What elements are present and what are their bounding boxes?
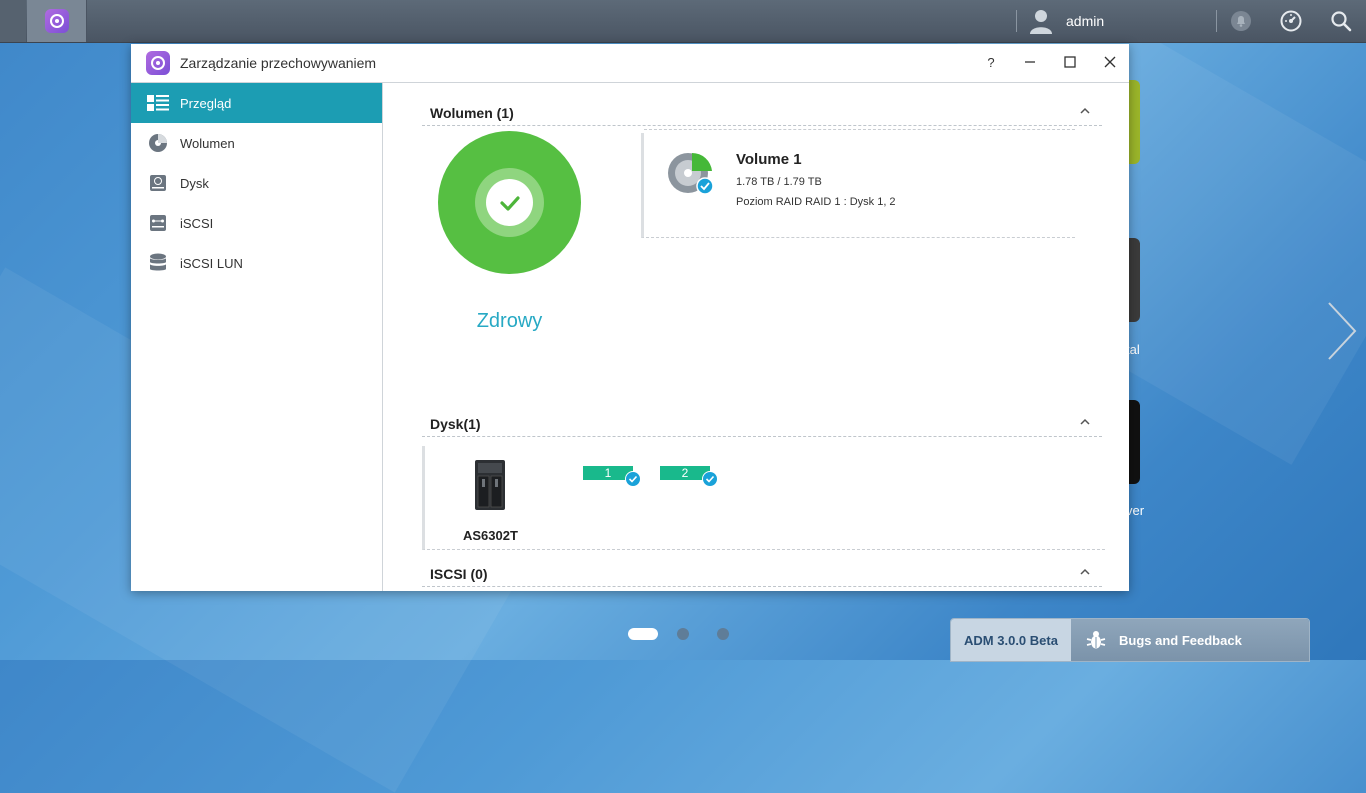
bug-icon <box>1086 631 1106 649</box>
page-indicator-active[interactable] <box>628 628 658 640</box>
minimize-icon <box>1025 61 1035 63</box>
volume-health-donut <box>438 131 581 274</box>
sidebar-item-label: Dysk <box>180 175 209 191</box>
sidebar-item-disk[interactable]: Dysk <box>131 163 382 203</box>
sidebar-item-iscsi[interactable]: iSCSI <box>131 203 382 243</box>
sidebar-item-overview[interactable]: Przegląd <box>131 83 382 123</box>
user-icon[interactable] <box>1028 8 1054 34</box>
close-button[interactable] <box>1100 52 1120 72</box>
storage-manager-window: Zarządzanie przechowywaniem ? Przegląd W… <box>131 44 1129 591</box>
maximize-button[interactable] <box>1060 52 1080 72</box>
dashboard-gauge-icon[interactable] <box>1280 10 1302 32</box>
disk-icon <box>147 173 169 193</box>
iscsi-lun-icon <box>147 253 169 273</box>
iscsi-section-title: ISCSI (0) <box>430 566 488 582</box>
nas-device-icon[interactable] <box>474 459 506 511</box>
window-titlebar[interactable]: Zarządzanie przechowywaniem ? <box>131 44 1129 83</box>
taskbar-app-storage-manager[interactable] <box>27 0 87 42</box>
sidebar-item-label: Przegląd <box>180 95 232 111</box>
search-icon[interactable] <box>1330 10 1352 32</box>
volume-section-title: Wolumen (1) <box>430 105 514 121</box>
taskbar: admin <box>0 0 1366 43</box>
close-icon <box>1104 56 1116 68</box>
storage-manager-icon <box>45 9 69 33</box>
disk-bay-number: 2 <box>681 466 689 480</box>
volume-raid-info: Poziom RAID RAID 1 : Dysk 1, 2 <box>736 196 896 208</box>
volume-capacity: 1.78 TB / 1.79 TB <box>736 176 822 188</box>
checkmark-icon <box>499 195 520 211</box>
storage-manager-icon <box>146 51 170 75</box>
taskbar-separator <box>1016 10 1017 32</box>
next-page-arrow-icon[interactable] <box>1326 300 1358 362</box>
disk-overview-panel: AS6302T 1 2 <box>422 446 1105 550</box>
username-label[interactable]: admin <box>1066 13 1104 29</box>
adm-feedback-bar: ADM 3.0.0 Beta Bugs and Feedback <box>950 618 1310 662</box>
sidebar-item-label: Wolumen <box>180 135 235 151</box>
disk-bay-2[interactable]: 2 <box>660 466 718 487</box>
disk-bay-number: 1 <box>604 466 612 480</box>
volume-icon <box>147 133 169 153</box>
collapse-chevron-up-icon[interactable] <box>1078 104 1092 118</box>
volume-health-status: Zdrowy <box>476 310 543 332</box>
iscsi-icon <box>147 213 169 233</box>
nas-model-label: AS6302T <box>463 528 518 543</box>
help-button[interactable]: ? <box>981 52 1001 72</box>
disk-section-title: Dysk(1) <box>430 416 481 432</box>
collapse-chevron-up-icon[interactable] <box>1078 565 1092 579</box>
taskbar-separator <box>1216 10 1217 32</box>
volume-name: Volume 1 <box>736 151 802 168</box>
page-indicator[interactable] <box>717 628 729 640</box>
disk-section-header: Dysk(1) <box>422 414 1102 437</box>
sidebar: Przegląd Wolumen Dysk iSCSI iSCSI LUN <box>131 83 383 591</box>
volume-health-ring <box>475 168 544 237</box>
disk-ok-check-icon <box>702 471 718 487</box>
window-title: Zarządzanie przechowywaniem <box>180 55 377 71</box>
sidebar-item-label: iSCSI LUN <box>180 255 243 271</box>
page-indicator[interactable] <box>677 628 689 640</box>
overview-icon <box>147 93 169 113</box>
maximize-icon <box>1064 56 1076 68</box>
overview-content: Wolumen (1) Zdrowy Volume 1 1.78 TB / 1.… <box>383 83 1129 591</box>
help-icon: ? <box>987 54 995 70</box>
taskbar-start[interactable] <box>0 0 26 42</box>
sidebar-item-label: iSCSI <box>180 215 214 231</box>
collapse-chevron-up-icon[interactable] <box>1078 415 1092 429</box>
disk-bay-1[interactable]: 1 <box>583 466 641 487</box>
bugs-feedback-label: Bugs and Feedback <box>1119 632 1242 648</box>
minimize-button[interactable] <box>1020 52 1040 72</box>
sidebar-item-volume[interactable]: Wolumen <box>131 123 382 163</box>
disk-ok-check-icon <box>625 471 641 487</box>
volume-card[interactable]: Volume 1 1.78 TB / 1.79 TB Poziom RAID R… <box>641 129 1075 238</box>
notification-icon[interactable] <box>1230 10 1252 32</box>
volume-section-header: Wolumen (1) <box>422 103 1102 126</box>
adm-version-label: ADM 3.0.0 Beta <box>951 619 1071 661</box>
volume-status-icon <box>668 152 714 195</box>
sidebar-item-iscsi-lun[interactable]: iSCSI LUN <box>131 243 382 283</box>
iscsi-section-header: ISCSI (0) <box>422 564 1102 587</box>
health-check-badge <box>486 179 533 226</box>
bugs-feedback-button[interactable]: Bugs and Feedback <box>1071 619 1309 661</box>
